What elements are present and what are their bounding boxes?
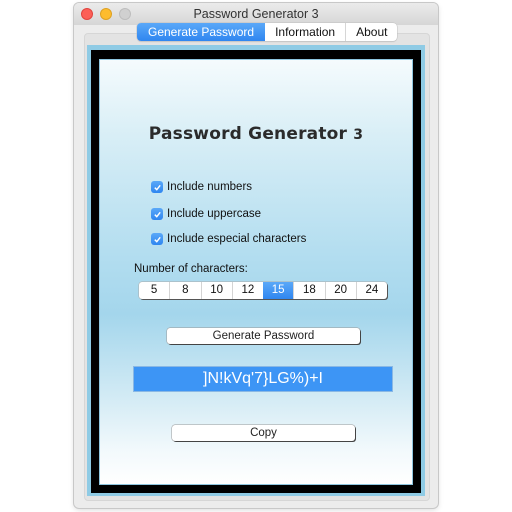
checkbox-include-special[interactable]: Include especial characters (151, 233, 306, 245)
length-option-8[interactable]: 8 (169, 282, 200, 299)
page-title: Password Generator 3 (0, 124, 512, 144)
length-option-12[interactable]: 12 (231, 282, 263, 299)
password-output[interactable]: ]N!kVq'7}LG%)+I (133, 366, 393, 392)
length-option-10[interactable]: 10 (200, 282, 232, 299)
title-bar[interactable]: Password Generator 3 (74, 3, 438, 25)
checkmark-icon[interactable] (151, 208, 163, 220)
length-label: Number of characters: (134, 263, 248, 275)
length-option-18[interactable]: 18 (293, 282, 324, 299)
checkbox-label: Include uppercase (167, 208, 261, 220)
copy-button[interactable]: Copy (172, 425, 355, 441)
page-title-text: Password Generator (148, 124, 354, 144)
checkmark-icon[interactable] (151, 181, 163, 193)
length-option-24[interactable]: 24 (355, 282, 387, 299)
checkmark-icon[interactable] (151, 233, 163, 245)
checkbox-label: Include especial characters (167, 233, 307, 245)
tab-information[interactable]: Information (265, 23, 345, 41)
page-title-version: 3 (353, 127, 364, 143)
checkbox-include-numbers[interactable]: Include numbers (151, 181, 252, 193)
tab-generate-password[interactable]: Generate Password (137, 23, 266, 41)
length-option-20[interactable]: 20 (324, 282, 356, 299)
generate-password-button[interactable]: Generate Password (167, 328, 360, 344)
length-option-15[interactable]: 15 (263, 282, 294, 299)
tab-bar: Generate Password Information About (137, 23, 398, 41)
length-segmented-control: 5 8 10 12 15 18 20 24 (139, 282, 387, 299)
length-option-5[interactable]: 5 (139, 282, 169, 299)
checkbox-label: Include numbers (167, 181, 253, 193)
checkbox-include-uppercase[interactable]: Include uppercase (151, 208, 261, 220)
window-title: Password Generator 3 (193, 7, 319, 21)
tab-about[interactable]: About (345, 23, 397, 41)
